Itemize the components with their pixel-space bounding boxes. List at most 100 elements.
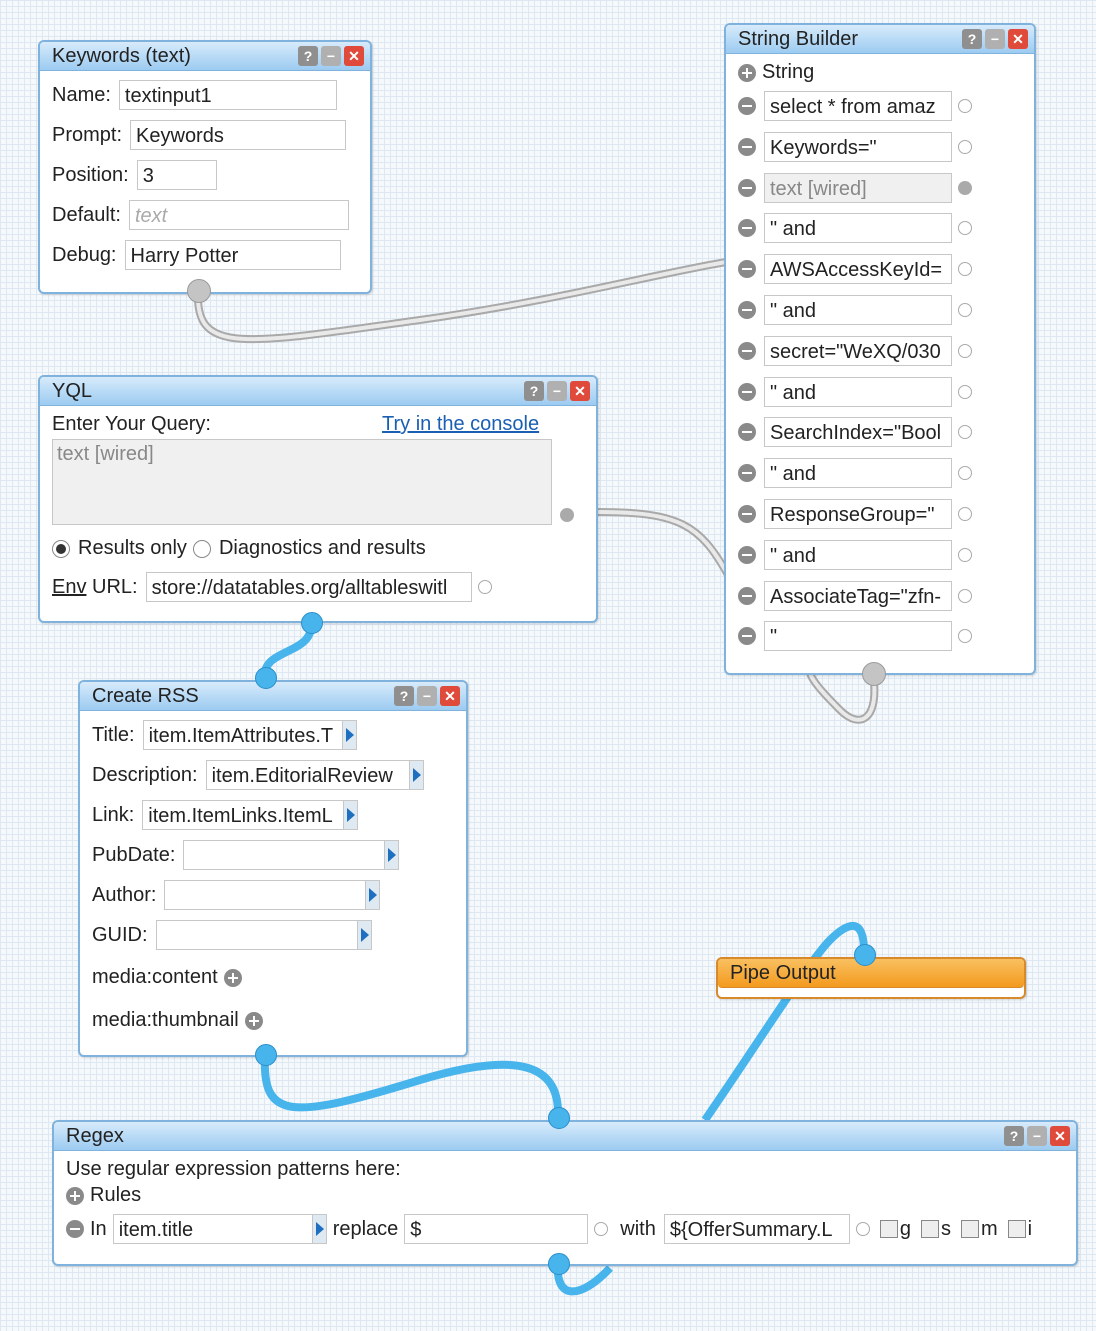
- author-input[interactable]: [164, 880, 367, 910]
- flag-m-checkbox[interactable]: [961, 1220, 979, 1238]
- remove-string-icon[interactable]: [738, 301, 756, 319]
- try-console-link[interactable]: Try in the console: [382, 413, 539, 436]
- keywords-module-header[interactable]: Keywords (text) ? − ✕: [40, 42, 370, 71]
- guid-input[interactable]: [155, 920, 358, 950]
- results-only-radio[interactable]: [52, 539, 70, 558]
- create-rss-input-port[interactable]: [255, 667, 277, 689]
- string-item-input[interactable]: " and: [764, 213, 952, 244]
- string-item-terminal[interactable]: [958, 384, 972, 399]
- env-url-input[interactable]: store://datatables.org/alltableswitl: [145, 572, 472, 602]
- name-input[interactable]: textinput1: [118, 80, 337, 110]
- add-media-content-icon[interactable]: [223, 968, 242, 987]
- create-rss-output-port[interactable]: [255, 1044, 277, 1066]
- string-item-terminal[interactable]: [958, 343, 972, 358]
- string-item-input[interactable]: secret="WeXQ/030: [764, 335, 952, 366]
- flag-g-checkbox[interactable]: [879, 1220, 898, 1238]
- string-item-terminal[interactable]: [958, 180, 972, 195]
- remove-rule-icon[interactable]: [66, 1220, 84, 1238]
- string-item-input[interactable]: " and: [764, 539, 952, 570]
- string-item-terminal[interactable]: [958, 588, 972, 603]
- prompt-input[interactable]: Keywords: [130, 120, 347, 150]
- flag-i-checkbox[interactable]: [1007, 1220, 1026, 1238]
- debug-input[interactable]: Harry Potter: [124, 240, 341, 270]
- in-field-input[interactable]: item.title: [112, 1214, 313, 1244]
- string-builder-output-port[interactable]: [862, 662, 886, 686]
- in-field-dropdown-icon[interactable]: [312, 1214, 327, 1244]
- flag-s-checkbox[interactable]: [921, 1220, 939, 1238]
- default-input[interactable]: text: [128, 200, 349, 230]
- close-icon[interactable]: ✕: [570, 381, 590, 401]
- string-item-input[interactable]: AWSAccessKeyId=: [764, 254, 952, 285]
- minimize-icon[interactable]: −: [985, 29, 1005, 49]
- remove-string-icon[interactable]: [738, 545, 756, 564]
- remove-string-icon[interactable]: [738, 219, 756, 238]
- regex-output-port[interactable]: [548, 1253, 570, 1275]
- string-item-input[interactable]: SearchIndex="Bool: [764, 417, 952, 448]
- description-input[interactable]: item.EditorialReview: [205, 760, 410, 790]
- add-string-icon[interactable]: [738, 63, 756, 82]
- help-icon[interactable]: ?: [962, 29, 982, 49]
- minimize-icon[interactable]: −: [1027, 1126, 1047, 1146]
- with-terminal[interactable]: [855, 1222, 870, 1236]
- diagnostics-radio[interactable]: [192, 539, 211, 558]
- with-input[interactable]: ${OfferSummary.L: [663, 1214, 850, 1244]
- guid-dropdown-icon[interactable]: [357, 920, 372, 950]
- string-item-terminal[interactable]: [958, 425, 972, 440]
- title-input[interactable]: item.ItemAttributes.T: [142, 720, 343, 750]
- string-item-terminal[interactable]: [958, 629, 972, 644]
- link-input[interactable]: item.ItemLinks.ItemL: [142, 800, 345, 830]
- minimize-icon[interactable]: −: [547, 381, 567, 401]
- string-item-input[interactable]: select * from amaz: [764, 91, 952, 121]
- remove-string-icon[interactable]: [738, 627, 756, 646]
- string-item-input[interactable]: text [wired]: [764, 172, 952, 203]
- pubdate-input[interactable]: [183, 840, 386, 870]
- description-dropdown-icon[interactable]: [409, 760, 424, 790]
- help-icon[interactable]: ?: [394, 686, 414, 706]
- regex-input-port[interactable]: [548, 1107, 570, 1129]
- position-input[interactable]: 3: [136, 160, 217, 190]
- string-item-terminal[interactable]: [958, 262, 972, 277]
- link-dropdown-icon[interactable]: [344, 800, 359, 830]
- close-icon[interactable]: ✕: [440, 686, 460, 706]
- remove-string-icon[interactable]: [738, 260, 756, 279]
- string-item-terminal[interactable]: [958, 99, 972, 113]
- string-item-terminal[interactable]: [958, 547, 972, 562]
- string-item-terminal[interactable]: [958, 507, 972, 521]
- string-item-input[interactable]: " and: [764, 376, 952, 407]
- replace-input[interactable]: $: [404, 1214, 589, 1244]
- query-input-terminal[interactable]: [560, 508, 574, 522]
- replace-terminal[interactable]: [594, 1222, 609, 1236]
- title-dropdown-icon[interactable]: [342, 720, 357, 750]
- env-url-terminal[interactable]: [477, 580, 492, 594]
- close-icon[interactable]: ✕: [1008, 29, 1028, 49]
- close-icon[interactable]: ✕: [1050, 1126, 1070, 1146]
- pubdate-dropdown-icon[interactable]: [385, 840, 400, 870]
- string-item-terminal[interactable]: [958, 139, 972, 154]
- string-item-input[interactable]: ResponseGroup=": [764, 499, 952, 529]
- help-icon[interactable]: ?: [1004, 1126, 1024, 1146]
- yql-output-port[interactable]: [301, 612, 323, 634]
- add-rule-icon[interactable]: [66, 1186, 84, 1205]
- string-builder-header[interactable]: String Builder ? − ✕: [726, 25, 1034, 54]
- string-item-input[interactable]: AssociateTag="zfn-: [764, 580, 952, 611]
- string-item-terminal[interactable]: [958, 303, 972, 317]
- string-item-input[interactable]: ": [764, 621, 952, 652]
- remove-string-icon[interactable]: [738, 464, 756, 483]
- help-icon[interactable]: ?: [524, 381, 544, 401]
- remove-string-icon[interactable]: [738, 97, 756, 115]
- remove-string-icon[interactable]: [738, 178, 756, 197]
- help-icon[interactable]: ?: [298, 46, 318, 66]
- remove-string-icon[interactable]: [738, 586, 756, 605]
- add-media-thumbnail-icon[interactable]: [244, 1011, 263, 1030]
- close-icon[interactable]: ✕: [344, 46, 364, 66]
- yql-header[interactable]: YQL ? − ✕: [40, 377, 596, 406]
- pipe-output-input-port[interactable]: [854, 944, 876, 966]
- string-item-terminal[interactable]: [958, 221, 972, 236]
- remove-string-icon[interactable]: [738, 137, 756, 156]
- string-item-terminal[interactable]: [958, 466, 972, 481]
- query-textarea[interactable]: text [wired]: [52, 439, 552, 525]
- string-item-input[interactable]: " and: [764, 295, 952, 325]
- minimize-icon[interactable]: −: [321, 46, 341, 66]
- remove-string-icon[interactable]: [738, 382, 756, 401]
- remove-string-icon[interactable]: [738, 341, 756, 360]
